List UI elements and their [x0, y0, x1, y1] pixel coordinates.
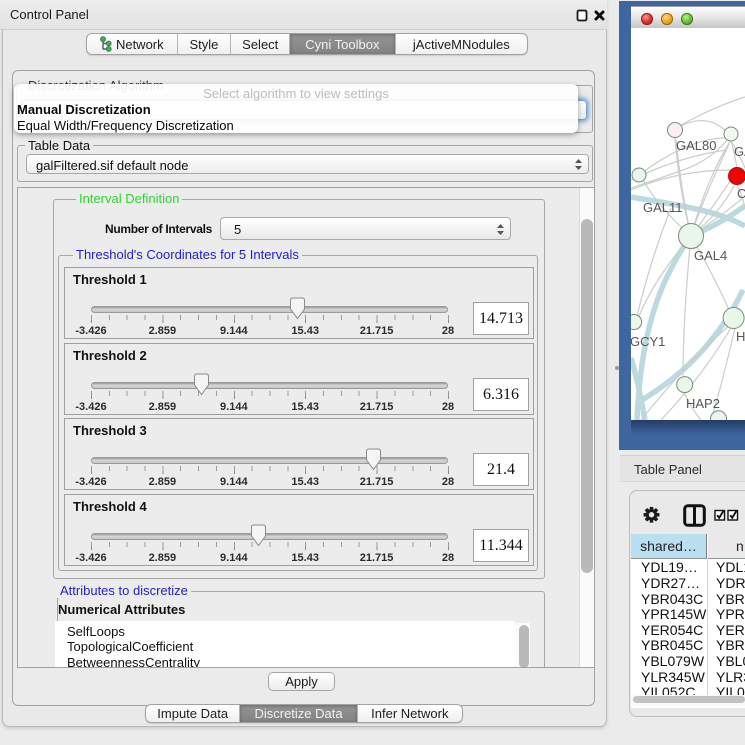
- svg-text:GAL4: GAL4: [694, 248, 727, 263]
- svg-text:C: C: [737, 186, 745, 201]
- svg-text:GA: GA: [734, 144, 745, 159]
- svg-text:GAL80: GAL80: [676, 138, 716, 153]
- svg-text:H: H: [736, 329, 745, 344]
- svg-text:GCY1: GCY1: [631, 334, 665, 349]
- svg-text:HAP2: HAP2: [686, 396, 720, 411]
- svg-text:GAL11: GAL11: [643, 200, 683, 215]
